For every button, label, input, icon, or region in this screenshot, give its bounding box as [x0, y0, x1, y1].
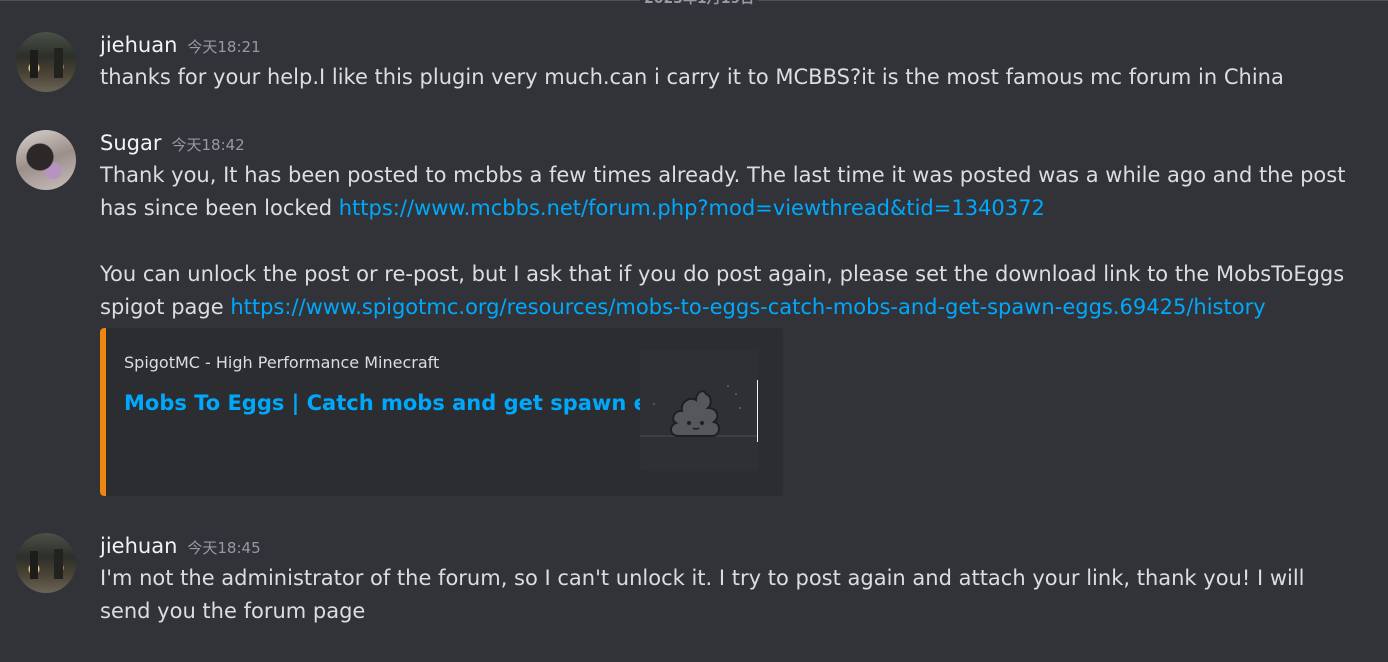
mcbbs-link[interactable]: https://www.mcbbs.net/forum.php?mod=view…: [339, 196, 1045, 220]
timestamp: 今天18:21: [187, 38, 261, 56]
username[interactable]: jiehuan: [100, 534, 177, 558]
message-paragraph: You can unlock the post or re-post, but …: [100, 258, 1350, 324]
message-header: jiehuan 今天18:45: [100, 532, 261, 560]
poop-mascot-icon: [640, 350, 758, 471]
embed-title-link[interactable]: Mobs To Eggs | Catch mobs and get spawn …: [124, 388, 690, 418]
username[interactable]: jiehuan: [100, 33, 177, 57]
message-content: thanks for your help.I like this plugin …: [100, 61, 1350, 94]
user-avatar[interactable]: [16, 533, 76, 593]
message-content: I'm not the administrator of the forum, …: [100, 562, 1350, 628]
timestamp: 今天18:45: [187, 539, 261, 557]
user-avatar[interactable]: [16, 32, 76, 92]
timestamp: 今天18:42: [171, 136, 245, 154]
date-divider-label: 2023年1月19日: [640, 0, 759, 8]
user-avatar[interactable]: [16, 130, 76, 190]
username[interactable]: Sugar: [100, 131, 161, 155]
message-content: Thank you, It has been posted to mcbbs a…: [100, 159, 1350, 324]
date-divider: 2023年1月19日: [0, 0, 1388, 8]
link-embed: SpigotMC - High Performance Minecraft Mo…: [100, 328, 783, 496]
message-header: jiehuan 今天18:21: [100, 31, 261, 59]
embed-thumbnail-image[interactable]: [640, 350, 758, 471]
message-paragraph: Thank you, It has been posted to mcbbs a…: [100, 159, 1350, 225]
message-text: I'm not the administrator of the forum, …: [100, 566, 1305, 623]
embed-provider: SpigotMC - High Performance Minecraft: [124, 353, 440, 372]
spigot-link[interactable]: https://www.spigotmc.org/resources/mobs-…: [230, 295, 1265, 319]
message-text: thanks for your help.I like this plugin …: [100, 65, 1284, 89]
embed-accent-bar: [100, 328, 106, 496]
message-header: Sugar 今天18:42: [100, 129, 245, 157]
